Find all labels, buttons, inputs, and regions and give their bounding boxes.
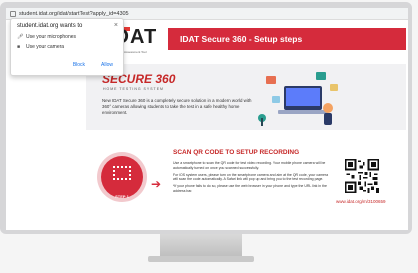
- popup-buttons: Block Allow: [69, 60, 117, 70]
- page-title: IDAT Secure 360 - Setup steps: [180, 34, 303, 44]
- allow-button[interactable]: Allow: [97, 60, 117, 70]
- url-text[interactable]: student.idat.org/idat/startTest?apply_id…: [19, 11, 129, 17]
- monitor-scene: student.idat.org/idat/startTest?apply_id…: [0, 0, 418, 273]
- instruction-paragraph: For iOS system users, please turn on the…: [173, 172, 329, 182]
- popup-title: student.idat.org wants to: [17, 23, 83, 29]
- qr-url-link[interactable]: www.idat.org/m/3100659: [336, 199, 386, 204]
- instruction-paragraph: Use a smartphone to scan the QR code for…: [173, 161, 326, 170]
- monitor-stand: [160, 234, 242, 258]
- qr-code: [345, 159, 379, 193]
- camera-icon: ■: [17, 44, 21, 50]
- hero-illustration: [258, 72, 338, 126]
- permission-label: Use your microphones: [26, 34, 77, 40]
- permission-camera: ■ Use your camera: [17, 44, 117, 50]
- step-instructions: Use a smartphone to scan the QR code for…: [173, 161, 333, 196]
- step-label: STEP 1: [115, 194, 129, 199]
- microphone-icon: 🎤︎: [17, 34, 24, 40]
- close-icon[interactable]: ×: [114, 22, 118, 29]
- monitor-base: [148, 256, 254, 262]
- qr-scan-icon: [113, 166, 131, 180]
- arrow-right-icon: ➔: [151, 177, 162, 191]
- permission-label: Use your camera: [26, 44, 65, 50]
- monitor-screen: student.idat.org/idat/startTest?apply_id…: [6, 8, 408, 230]
- step-heading: SCAN QR CODE TO SETUP RECORDING: [173, 149, 300, 156]
- instruction-paragraph: *If your phone fails to do so, please us…: [173, 184, 327, 193]
- permission-microphone: 🎤︎ Use your microphones: [17, 34, 117, 40]
- lock-icon: [10, 10, 16, 17]
- hero-banner: SECURE 360 HOME TESTING SYSTEM New IDAT …: [86, 64, 406, 130]
- permission-popup: student.idat.org wants to × 🎤︎ Use your …: [10, 18, 124, 76]
- logo-tagline: Assessment Tool: [124, 50, 147, 54]
- hero-description: New IDAT Secure 360 is a completely secu…: [102, 98, 252, 115]
- brand-subtitle: HOME TESTING SYSTEM: [103, 87, 164, 91]
- page-header: IDAT Secure 360 - Setup steps: [168, 28, 406, 50]
- monitor-bezel: student.idat.org/idat/startTest?apply_id…: [0, 2, 412, 234]
- block-button[interactable]: Block: [69, 60, 89, 70]
